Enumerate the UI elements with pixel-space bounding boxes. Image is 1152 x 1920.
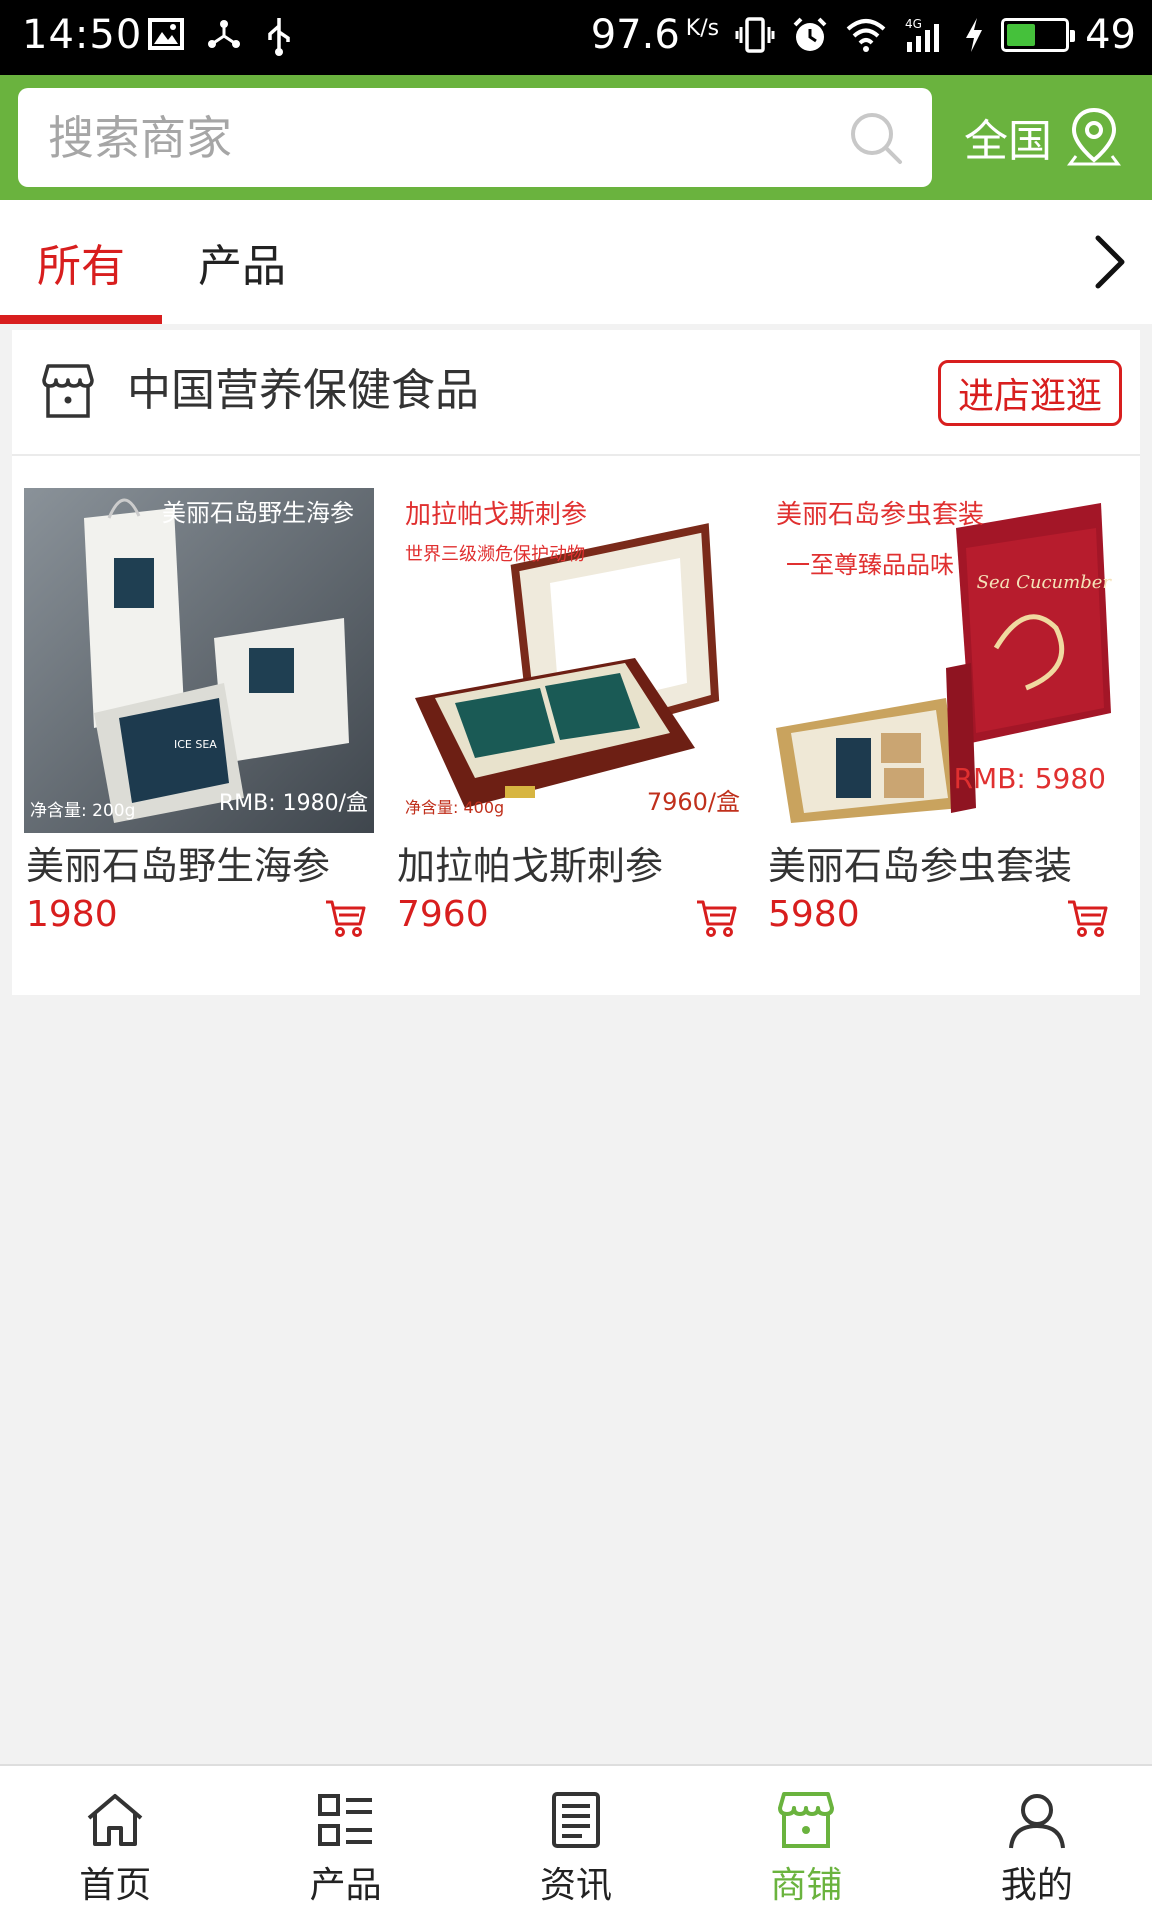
image-caption: 美丽石岛参虫套装 (776, 500, 984, 530)
region-selector[interactable]: 全国 (964, 97, 1122, 177)
product-image[interactable]: 加拉帕戈斯刺参 世界三级濒危保护动物 净含量: 400g 7960/盒 (395, 488, 745, 833)
battery-level: 49 (1085, 12, 1136, 58)
status-time: 14:50 (22, 12, 143, 58)
alarm-icon (793, 17, 827, 51)
product-name[interactable]: 加拉帕戈斯刺参 (397, 840, 663, 892)
signal-4g-icon: 4G (905, 17, 940, 52)
nav-news[interactable]: 资讯 (461, 1766, 691, 1920)
image-caption: 加拉帕戈斯刺参 (405, 500, 587, 530)
product-name[interactable]: 美丽石岛参虫套装 (768, 840, 1072, 892)
image-subcaption: 一至尊臻品品味 (786, 551, 954, 579)
nav-profile-label: 我的 (1000, 1865, 1073, 1906)
product-name[interactable]: 美丽石岛野生海参 (26, 840, 330, 892)
image-weight: 净含量: 400g (405, 798, 504, 817)
battery-icon (1001, 18, 1076, 52)
vibrate-icon (735, 17, 775, 53)
network-speed: 97.6 (590, 12, 680, 58)
image-price: 7960/盒 (647, 788, 740, 816)
grid-list-icon (317, 1794, 372, 1846)
shop-header: 中国营养保健食品 进店逛逛 (12, 330, 1140, 456)
tab-products[interactable]: 产品 (162, 200, 322, 324)
image-price: RMB: 1980/盒 (219, 791, 368, 816)
shop-card: 中国营养保健食品 进店逛逛 美丽石岛野生海参 净含量: 200g RMB: 19… (12, 330, 1140, 995)
cart-icon[interactable] (324, 898, 366, 938)
image-subcaption: 世界三级濒危保护动物 (405, 544, 585, 565)
document-icon (552, 1792, 601, 1848)
image-brand: Sea Cucumber (977, 572, 1113, 593)
nav-home[interactable]: 首页 (0, 1766, 230, 1920)
product-card[interactable]: 美丽石岛参虫套装 一至尊臻品品味 RMB: 5980 Sea Cucumber … (766, 488, 1116, 968)
nav-stores[interactable]: 商铺 (691, 1766, 921, 1920)
search-icon[interactable] (848, 110, 904, 166)
chevron-right-icon[interactable] (1082, 230, 1138, 294)
image-price: RMB: 5980 (954, 762, 1106, 795)
app-header: 全国 (0, 75, 1152, 200)
region-label: 全国 (964, 116, 1052, 167)
image-brand: ICE SEA (174, 738, 217, 751)
status-right-icons: 97.6 K/s 4G 49 (591, 12, 1136, 58)
store-icon (778, 1792, 835, 1848)
wifi-icon (846, 19, 886, 52)
tab-all[interactable]: 所有 (0, 200, 162, 324)
network-speed-unit: K/s (685, 15, 720, 41)
nav-products[interactable]: 产品 (230, 1766, 460, 1920)
product-image[interactable]: 美丽石岛参虫套装 一至尊臻品品味 RMB: 5980 Sea Cucumber (766, 488, 1116, 833)
nav-news-label: 资讯 (540, 1865, 613, 1906)
status-bar: 14:50 97.6 K/s 4G 49 (0, 0, 1152, 75)
home-icon (87, 1794, 143, 1846)
product-price: 5980 (768, 894, 860, 935)
nav-products-label: 产品 (309, 1865, 382, 1906)
product-image-gift-set: 美丽石岛参虫套装 一至尊臻品品味 RMB: 5980 Sea Cucumber (766, 488, 1116, 833)
product-card[interactable]: 美丽石岛野生海参 净含量: 200g RMB: 1980/盒 ICE SEA 美… (24, 488, 374, 968)
svg-text:4G: 4G (905, 17, 922, 31)
product-price: 7960 (397, 894, 489, 935)
enter-shop-button[interactable]: 进店逛逛 (938, 360, 1122, 426)
status-left-icons (148, 16, 294, 56)
product-price: 1980 (26, 894, 118, 935)
image-icon (148, 18, 184, 50)
cart-icon[interactable] (1066, 898, 1108, 938)
product-image[interactable]: 美丽石岛野生海参 净含量: 200g RMB: 1980/盒 ICE SEA (24, 488, 374, 833)
nav-stores-label: 商铺 (770, 1865, 843, 1906)
share-icon (208, 20, 240, 48)
product-image-sea-cucumber-gift-box: 美丽石岛野生海参 净含量: 200g RMB: 1980/盒 ICE SEA (24, 488, 374, 833)
nav-profile[interactable]: 我的 (922, 1766, 1152, 1920)
search-box[interactable] (18, 88, 932, 187)
product-image-galapagos-case: 加拉帕戈斯刺参 世界三级濒危保护动物 净含量: 400g 7960/盒 (395, 488, 745, 833)
usb-icon (268, 18, 290, 56)
image-caption: 美丽石岛野生海参 (162, 499, 354, 527)
search-input[interactable] (48, 88, 828, 187)
image-weight: 净含量: 200g (30, 801, 135, 821)
shop-name: 中国营养保健食品 (127, 365, 479, 416)
battery-fill (1007, 24, 1035, 46)
bottom-nav: 首页 产品 资讯 商铺 我的 (0, 1764, 1152, 1920)
user-icon (1008, 1794, 1065, 1849)
product-card[interactable]: 加拉帕戈斯刺参 世界三级濒危保护动物 净含量: 400g 7960/盒 加拉帕戈… (395, 488, 745, 968)
store-icon (42, 364, 94, 418)
charging-icon (966, 18, 983, 52)
location-pin-icon (1067, 107, 1121, 166)
nav-home-label: 首页 (79, 1865, 152, 1906)
category-tabs: 所有 产品 (0, 200, 1152, 324)
cart-icon[interactable] (695, 898, 737, 938)
